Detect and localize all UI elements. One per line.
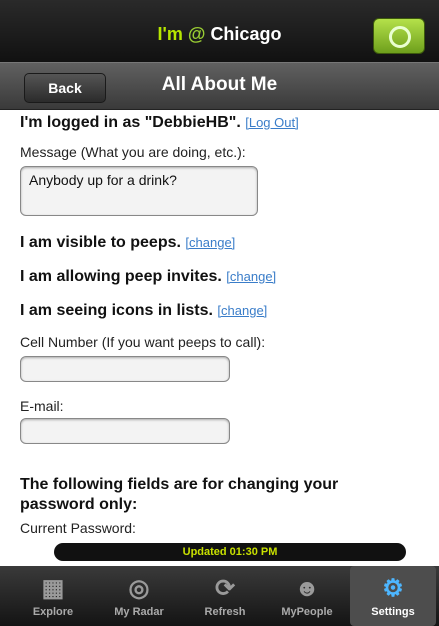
settings-content: I'm logged in as "DebbieHB". [Log Out] M… [20,114,424,538]
logout-link[interactable]: [Log Out] [245,115,298,130]
message-field[interactable]: Anybody up for a drink? [20,166,258,216]
current-password-label: Current Password: [20,520,136,536]
cell-label: Cell Number (If you want peeps to call): [20,334,266,350]
icons-change-link[interactable]: [change] [217,303,267,318]
tab-label: My Radar [114,606,164,618]
radar-icon: ◎ [128,575,150,602]
tab-explore[interactable]: ▦ Explore [10,566,96,626]
invites-change-link[interactable]: [change] [226,269,276,284]
icons-row: I am seeing icons in lists. [change] [20,302,267,320]
message-label: Message (What you are doing, etc.): [20,144,246,160]
page-title: All About Me [161,74,278,95]
visible-change-link[interactable]: [change] [185,235,235,250]
title-at: @ [187,24,206,44]
title-prefix: I'm [157,24,183,44]
email-label: E-mail: [20,398,64,414]
tab-settings[interactable]: ⚙ Settings [350,566,436,626]
invites-row: I am allowing peep invites. [change] [20,268,276,286]
tab-label: Settings [371,606,415,618]
status-bar: Updated 01:30 PM [54,543,406,561]
top-bar: I'm @ Chicago [0,0,439,62]
tab-bar: ▦ Explore ◎ My Radar ⟳ Refresh ☻ MyPeopl… [0,566,439,626]
refresh-icon: ⟳ [214,575,236,602]
visible-row: I am visible to peeps. [change] [20,234,235,252]
logged-in-row: I'm logged in as "DebbieHB". [Log Out] [20,114,299,132]
tab-label: Explore [32,606,74,618]
nav-bar: Back All About Me [0,62,439,110]
icons-text: I am seeing icons in lists. [20,302,213,319]
grid-icon: ▦ [41,575,65,602]
email-field[interactable] [20,418,230,444]
title-city: Chicago [210,24,282,44]
tab-refresh[interactable]: ⟳ Refresh [182,566,268,626]
password-heading-1: The following fields are for changing yo… [20,476,339,493]
tab-label: Refresh [204,606,246,618]
visible-text: I am visible to peeps. [20,234,181,251]
location-icon [389,26,411,48]
cell-field[interactable] [20,356,230,382]
gear-icon: ⚙ [382,575,404,602]
tab-label: MyPeople [281,606,333,618]
people-icon: ☻ [294,575,320,602]
invites-text: I am allowing peep invites. [20,268,222,285]
logged-in-text: I'm logged in as "DebbieHB". [20,114,241,131]
password-heading-2: password only: [20,496,138,513]
tab-my-radar[interactable]: ◎ My Radar [96,566,182,626]
tab-mypeople[interactable]: ☻ MyPeople [264,566,350,626]
location-button[interactable] [373,18,425,54]
